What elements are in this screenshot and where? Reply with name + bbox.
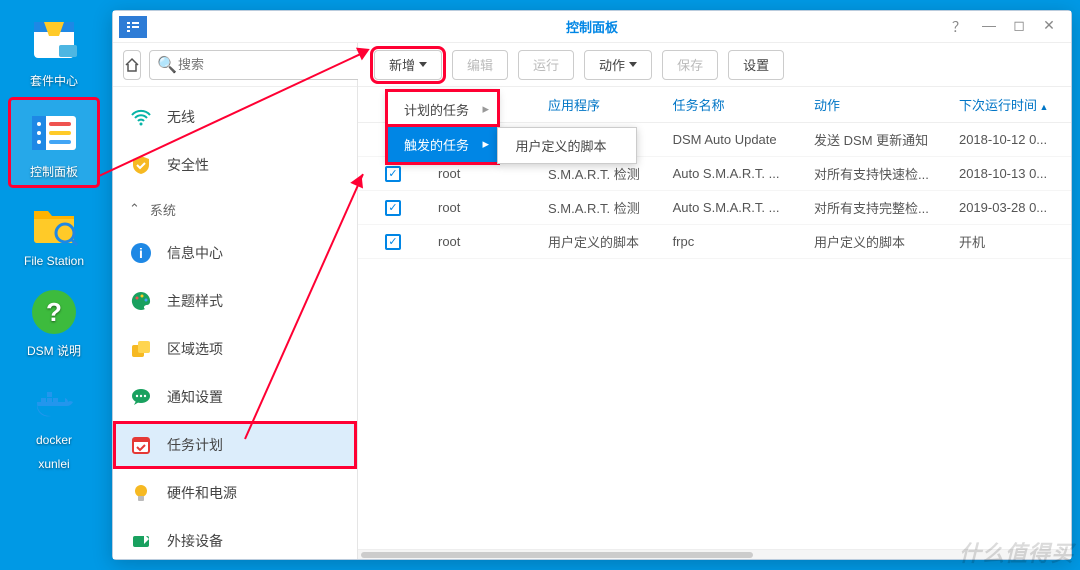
region-icon — [129, 337, 153, 361]
chevron-right-icon: ▸ — [482, 101, 489, 117]
sidebar-item-theme[interactable]: 主题样式 — [113, 277, 357, 325]
cell-action: 用户定义的脚本 — [804, 225, 949, 259]
cell-next-run: 开机 — [949, 225, 1071, 259]
desktop-label: DSM 说明 — [27, 342, 81, 359]
window-icon — [119, 16, 147, 38]
sidebar-item-region[interactable]: 区域选项 — [113, 325, 357, 373]
action-button[interactable]: 动作 — [584, 50, 652, 80]
desktop-label: 控制面板 — [30, 163, 78, 180]
add-dropdown: 计划的任务 ▸ 触发的任务 ▸ 用户定义的脚本 — [387, 91, 498, 163]
cell-action: 对所有支持完整检... — [804, 191, 949, 225]
sidebar-item-security[interactable]: 安全性 — [113, 141, 357, 189]
chevron-up-icon: ⌃ — [129, 201, 140, 217]
close-icon[interactable]: ✕ — [1041, 17, 1057, 37]
desktop-label: docker — [36, 433, 72, 447]
chevron-right-icon: ▸ — [482, 136, 489, 152]
home-button[interactable] — [123, 50, 141, 80]
sidebar-item-external-devices[interactable]: 外接设备 — [113, 517, 357, 559]
col-action[interactable]: 动作 — [804, 87, 949, 123]
dropdown-triggered-task[interactable]: 触发的任务 ▸ — [388, 127, 497, 162]
desktop-icon-control-panel[interactable]: 控制面板 — [10, 99, 98, 186]
desktop-icon-xunlei[interactable]: xunlei — [10, 457, 98, 477]
checkbox[interactable] — [385, 200, 401, 216]
col-app[interactable]: 应用程序 — [538, 87, 663, 123]
maximize-icon[interactable]: ◻ — [1011, 17, 1027, 37]
col-task-name[interactable]: 任务名称 — [663, 87, 804, 123]
submenu-user-script[interactable]: 用户定义的脚本 — [498, 128, 636, 163]
col-next-run[interactable]: 下次运行时间 — [949, 87, 1071, 123]
wifi-icon — [129, 105, 153, 129]
cell-next-run: 2018-10-12 0... — [949, 123, 1071, 157]
cell-task-name: Auto S.M.A.R.T. ... — [663, 191, 804, 225]
checkbox[interactable] — [385, 166, 401, 182]
sidebar-item-hardware-power[interactable]: 硬件和电源 — [113, 469, 357, 517]
chevron-down-icon — [629, 62, 637, 67]
sidebar-item-wireless[interactable]: 无线 — [113, 93, 357, 141]
horizontal-scrollbar[interactable] — [358, 549, 1071, 559]
dropdown-scheduled-task[interactable]: 计划的任务 ▸ — [388, 92, 497, 127]
desktop-icon-dsm-help[interactable]: ? DSM 说明 — [10, 278, 98, 365]
sidebar-label: 主题样式 — [167, 291, 223, 311]
chevron-down-icon — [419, 62, 427, 67]
save-button[interactable]: 保存 — [662, 50, 718, 80]
cell-user: root — [428, 191, 538, 225]
svg-text:i: i — [139, 245, 143, 261]
sidebar-label: 安全性 — [167, 155, 209, 175]
window-title: 控制面板 — [566, 17, 618, 36]
cell-next-run: 2019-03-28 0... — [949, 191, 1071, 225]
table-row[interactable]: root 用户定义的脚本 frpc 用户定义的脚本 开机 — [358, 225, 1071, 259]
sidebar-label: 无线 — [167, 107, 195, 127]
cell-next-run: 2018-10-13 0... — [949, 157, 1071, 191]
sidebar-item-task-scheduler[interactable]: 任务计划 — [113, 421, 357, 469]
checkbox[interactable] — [385, 234, 401, 250]
section-label: 系统 — [150, 200, 176, 219]
calendar-icon — [129, 433, 153, 457]
cell-app: 用户定义的脚本 — [538, 225, 663, 259]
desktop-label: 套件中心 — [30, 72, 78, 89]
cell-app: S.M.A.R.T. 检测 — [538, 191, 663, 225]
cell-task-name: Auto S.M.A.R.T. ... — [663, 157, 804, 191]
sidebar-item-notifications[interactable]: 通知设置 — [113, 373, 357, 421]
sidebar: 🔍 无线 安全性 ⌃ 系统 i 信息中心 — [113, 43, 358, 559]
desktop-label: File Station — [24, 254, 84, 268]
palette-icon — [129, 289, 153, 313]
drive-icon — [129, 529, 153, 553]
desktop-icon-file-station[interactable]: File Station — [10, 190, 98, 274]
run-button[interactable]: 运行 — [518, 50, 574, 80]
add-button[interactable]: 新增 计划的任务 ▸ 触发的任务 ▸ — [374, 50, 442, 80]
sidebar-label: 硬件和电源 — [167, 483, 237, 503]
toolbar: 新增 计划的任务 ▸ 触发的任务 ▸ — [358, 43, 1071, 87]
bulb-icon — [129, 481, 153, 505]
titlebar[interactable]: 控制面板 ？ — ◻ ✕ — [113, 11, 1071, 43]
desktop-label: xunlei — [38, 457, 69, 471]
sidebar-label: 外接设备 — [167, 531, 223, 551]
minimize-icon[interactable]: — — [981, 17, 997, 37]
sidebar-section-system[interactable]: ⌃ 系统 — [113, 189, 357, 229]
settings-button[interactable]: 设置 — [728, 50, 784, 80]
desktop-icon-package-center[interactable]: 套件中心 — [10, 8, 98, 95]
sidebar-label: 任务计划 — [167, 435, 223, 455]
chat-icon — [129, 385, 153, 409]
pin-icon[interactable]: ？ — [951, 17, 967, 37]
main-content: 新增 计划的任务 ▸ 触发的任务 ▸ — [358, 43, 1071, 559]
info-icon: i — [129, 241, 153, 265]
desktop-icon-docker[interactable]: docker — [10, 369, 98, 453]
desktop-icons: 套件中心 控制面板 File Station ? DSM 说明 docker x… — [0, 0, 108, 570]
sidebar-label: 区域选项 — [167, 339, 223, 359]
svg-text:?: ? — [46, 297, 62, 327]
cell-action: 发送 DSM 更新通知 — [804, 123, 949, 157]
sidebar-item-info-center[interactable]: i 信息中心 — [113, 229, 357, 277]
cell-action: 对所有支持快速检... — [804, 157, 949, 191]
search-input[interactable] — [149, 50, 363, 80]
sidebar-label: 通知设置 — [167, 387, 223, 407]
cell-task-name: frpc — [663, 225, 804, 259]
cell-user: root — [428, 225, 538, 259]
cell-task-name: DSM Auto Update — [663, 123, 804, 157]
table-row[interactable]: root S.M.A.R.T. 检测 Auto S.M.A.R.T. ... 对… — [358, 191, 1071, 225]
edit-button[interactable]: 编辑 — [452, 50, 508, 80]
submenu: 用户定义的脚本 — [497, 127, 637, 164]
control-panel-window: 控制面板 ？ — ◻ ✕ 🔍 无线 — [112, 10, 1072, 560]
sidebar-label: 信息中心 — [167, 243, 223, 263]
shield-icon — [129, 153, 153, 177]
